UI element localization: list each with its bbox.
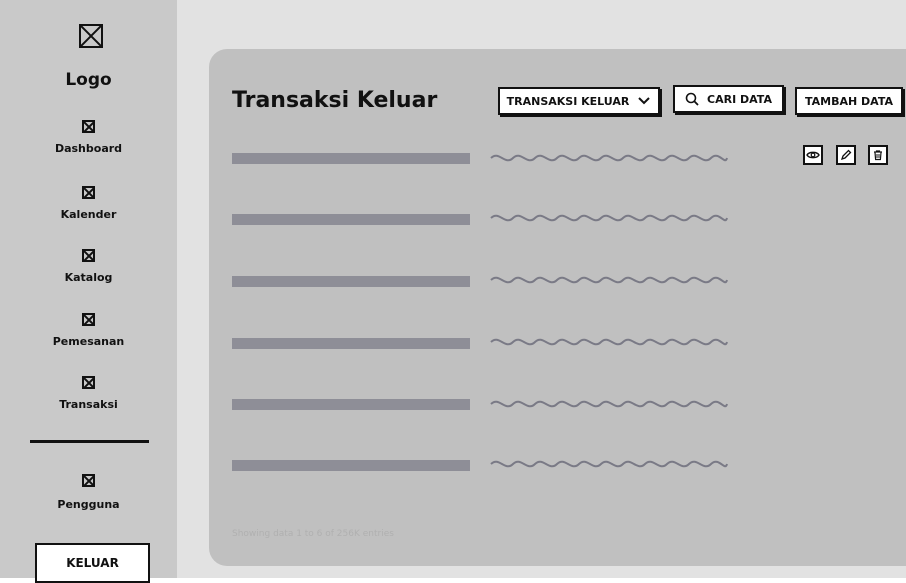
row-placeholder-bar [232, 460, 470, 471]
pagination-info: Showing data 1 to 6 of 256K entries [232, 529, 394, 539]
sidebar-item-label: Dashboard [54, 142, 123, 155]
row-placeholder-bar [232, 338, 470, 349]
sidebar-item-label: Transaksi [59, 398, 118, 411]
edit-button[interactable] [836, 145, 856, 165]
sidebar-item-transaksi[interactable]: Transaksi [0, 376, 177, 418]
add-data-button[interactable]: TAMBAH DATA [795, 87, 903, 115]
placeholder-icon [82, 249, 95, 262]
content-panel [209, 49, 906, 566]
sidebar-item-dashboard[interactable]: Dashboard [0, 120, 177, 162]
logout-button[interactable]: KELUAR [35, 543, 150, 583]
pencil-icon [840, 149, 852, 161]
sidebar-item-label: Katalog [64, 271, 113, 284]
sidebar-item-pemesanan[interactable]: Pemesanan [0, 313, 177, 355]
row-squiggle-text [490, 154, 728, 162]
view-button[interactable] [803, 145, 823, 165]
app: Logo Dashboard Kalender Katalog Pemesana… [0, 0, 906, 583]
search-label: CARI DATA [707, 92, 772, 106]
placeholder-icon [82, 120, 95, 133]
row-squiggle-text [490, 338, 728, 346]
row-placeholder-bar [232, 214, 470, 225]
filter-dropdown[interactable]: TRANSAKSI KELUAR [498, 87, 660, 115]
search-icon [685, 92, 699, 106]
chevron-down-icon [638, 97, 651, 105]
sidebar-item-kalender[interactable]: Kalender [0, 186, 177, 228]
placeholder-icon [82, 376, 95, 389]
trash-icon [874, 150, 882, 161]
logo-text: Logo [65, 70, 112, 90]
placeholder-icon [82, 313, 95, 326]
filter-label: TRANSAKSI KELUAR [506, 94, 630, 108]
placeholder-icon [82, 474, 95, 487]
row-squiggle-text [490, 214, 728, 222]
page-title: Transaksi Keluar [232, 88, 438, 113]
row-placeholder-bar [232, 399, 470, 410]
sidebar-item-pengguna[interactable]: Pengguna [0, 474, 177, 516]
sidebar-item-label: Kalender [60, 208, 117, 221]
sidebar-item-katalog[interactable]: Katalog [0, 249, 177, 291]
sidebar: Logo Dashboard Kalender Katalog Pemesana… [0, 0, 177, 583]
delete-button[interactable] [868, 145, 888, 165]
sidebar-divider [30, 440, 149, 443]
sidebar-item-label: Pemesanan [52, 335, 125, 348]
sidebar-item-label: Pengguna [57, 498, 120, 511]
row-squiggle-text [490, 460, 728, 468]
row-placeholder-bar [232, 153, 470, 164]
logo-placeholder-icon [79, 24, 103, 48]
eye-icon [806, 151, 820, 159]
placeholder-icon [82, 186, 95, 199]
search-button[interactable]: CARI DATA [673, 85, 784, 113]
row-squiggle-text [490, 400, 728, 408]
row-placeholder-bar [232, 276, 470, 287]
row-squiggle-text [490, 276, 728, 284]
